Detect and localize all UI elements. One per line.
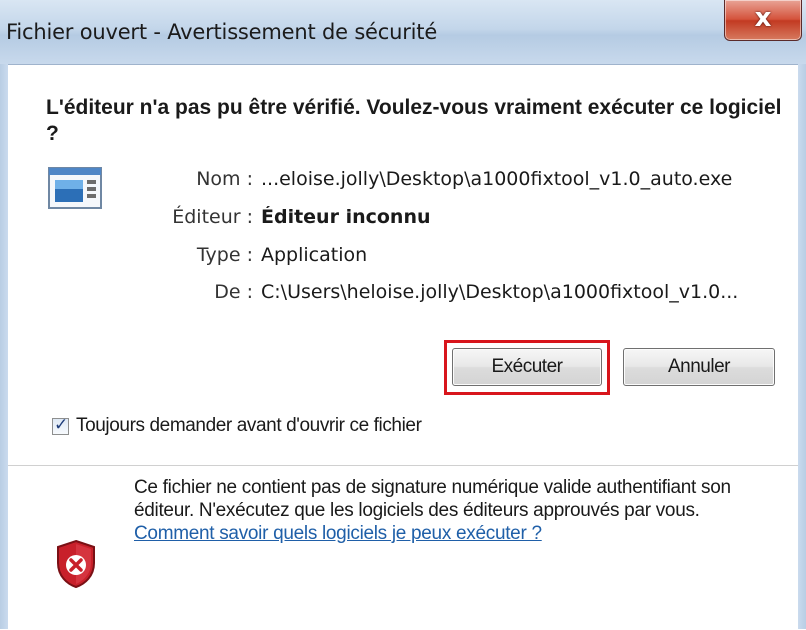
publisher-value: Éditeur inconnu <box>261 206 431 228</box>
name-label: Nom : <box>196 168 253 190</box>
title-bar[interactable]: Fichier ouvert - Avertissement de sécuri… <box>0 0 806 64</box>
window-frame-left <box>0 64 8 629</box>
close-icon: x <box>754 3 772 33</box>
security-shield-icon <box>57 539 95 589</box>
from-label: De : <box>214 281 253 303</box>
warning-text: Ce fichier ne contient pas de signature … <box>134 476 774 545</box>
warning-section: Ce fichier ne contient pas de signature … <box>8 466 798 630</box>
run-button[interactable]: Exécuter <box>452 348 602 386</box>
security-warning-dialog: Fichier ouvert - Avertissement de sécuri… <box>0 0 806 630</box>
warning-message: Ce fichier ne contient pas de signature … <box>134 477 731 521</box>
close-button[interactable]: x <box>724 0 802 41</box>
window-title: Fichier ouvert - Avertissement de sécuri… <box>6 20 438 44</box>
dialog-heading: L'éditeur n'a pas pu être vérifié. Voule… <box>46 96 782 145</box>
window-frame-right <box>798 64 806 629</box>
type-label: Type : <box>196 244 253 266</box>
cancel-button[interactable]: Annuler <box>623 348 775 386</box>
always-ask-label[interactable]: Toujours demander avant d'ouvrir ce fich… <box>76 415 422 437</box>
type-value: Application <box>261 244 368 266</box>
checkmark-icon: ✓ <box>54 415 69 435</box>
always-ask-checkbox[interactable]: ✓ <box>52 415 69 435</box>
publisher-label: Éditeur : <box>172 206 253 228</box>
name-value: ...eloise.jolly\Desktop\a1000fixtool_v1.… <box>261 168 733 190</box>
from-value: C:\Users\heloise.jolly\Desktop\a1000fixt… <box>261 281 739 303</box>
dialog-content: L'éditeur n'a pas pu être vérifié. Voule… <box>8 64 798 630</box>
help-link[interactable]: Comment savoir quels logiciels je peux e… <box>134 523 542 544</box>
